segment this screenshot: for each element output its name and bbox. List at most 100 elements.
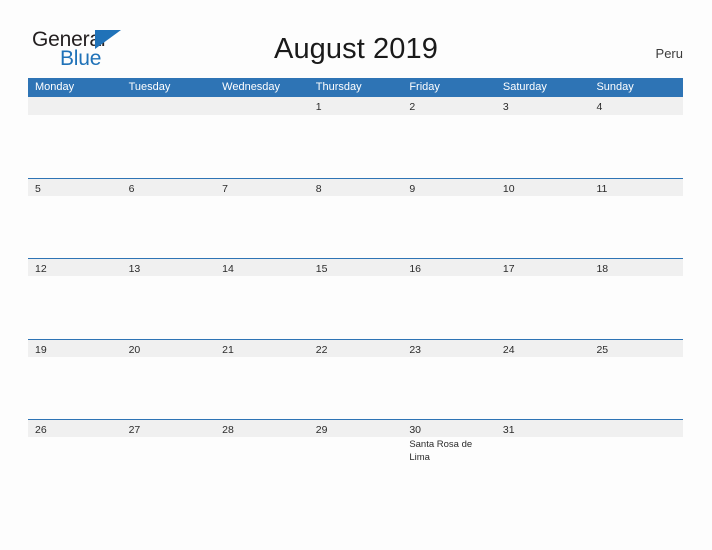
day-cell[interactable]: [215, 97, 309, 115]
day-cell[interactable]: 17: [496, 259, 590, 276]
day-event-cell[interactable]: [496, 276, 590, 338]
day-cell[interactable]: 14: [215, 259, 309, 276]
day-cell[interactable]: 12: [28, 259, 122, 276]
weekday-tuesday: Tuesday: [128, 81, 171, 93]
day-cell[interactable]: 3: [496, 97, 590, 115]
week-event-band: [28, 115, 683, 177]
day-number: 3: [502, 101, 509, 113]
day-cell[interactable]: 24: [496, 340, 590, 357]
day-cell[interactable]: 23: [402, 340, 496, 357]
day-cell[interactable]: 6: [122, 179, 216, 196]
day-event-cell[interactable]: [309, 357, 403, 419]
day-event-cell[interactable]: [589, 437, 683, 499]
day-number: 20: [128, 343, 141, 356]
week-event-band: Santa Rosa de Lima: [28, 437, 683, 499]
day-cell[interactable]: 5: [28, 179, 122, 196]
day-number: 5: [35, 182, 41, 195]
day-event-cell[interactable]: [496, 357, 590, 419]
day-cell[interactable]: 26: [28, 420, 122, 437]
day-event-cell[interactable]: [402, 276, 496, 338]
day-event-cell[interactable]: [309, 437, 403, 499]
day-cell[interactable]: 30: [402, 420, 496, 437]
day-cell[interactable]: [122, 97, 216, 115]
day-number: 2: [409, 101, 416, 113]
day-event-cell[interactable]: [122, 357, 216, 419]
day-cell[interactable]: 28: [215, 420, 309, 437]
day-event-cell[interactable]: [28, 196, 122, 258]
day-cell[interactable]: 1: [309, 97, 403, 115]
day-cell[interactable]: 11: [589, 179, 683, 196]
day-event-cell[interactable]: Santa Rosa de Lima: [402, 437, 496, 499]
calendar-grid: Monday Tuesday Wednesday Thursday Friday…: [28, 78, 683, 500]
day-cell[interactable]: 9: [402, 179, 496, 196]
day-event-cell[interactable]: [589, 196, 683, 258]
day-event-cell[interactable]: [589, 276, 683, 338]
day-event-cell[interactable]: [28, 115, 122, 177]
weekday-friday: Friday: [409, 81, 440, 93]
day-cell[interactable]: 16: [402, 259, 496, 276]
day-event-cell[interactable]: [402, 115, 496, 177]
day-number: 1: [315, 101, 322, 113]
day-event-cell[interactable]: [589, 115, 683, 177]
week-date-band: 12 13 14 15 16 17 18: [28, 258, 683, 276]
day-event-cell[interactable]: [122, 115, 216, 177]
day-event-cell[interactable]: [589, 357, 683, 419]
day-cell[interactable]: 27: [122, 420, 216, 437]
day-event-cell[interactable]: [28, 357, 122, 419]
day-cell[interactable]: 20: [122, 340, 216, 357]
day-cell[interactable]: 19: [28, 340, 122, 357]
day-cell[interactable]: 8: [309, 179, 403, 196]
day-event-cell[interactable]: [215, 357, 309, 419]
day-event-cell[interactable]: [309, 196, 403, 258]
day-event-cell[interactable]: [122, 196, 216, 258]
day-cell[interactable]: 10: [496, 179, 590, 196]
day-cell[interactable]: 7: [215, 179, 309, 196]
day-event-cell[interactable]: [215, 437, 309, 499]
locale-label: Peru: [655, 46, 683, 61]
day-event-cell[interactable]: [215, 196, 309, 258]
week-row: 26 27 28 29 30 31 Santa Rosa de Lima: [28, 419, 683, 500]
day-number: 10: [502, 182, 515, 195]
day-number: 16: [409, 263, 421, 275]
day-event-cell[interactable]: [496, 437, 590, 499]
day-cell[interactable]: [28, 97, 122, 115]
day-cell[interactable]: 4: [589, 97, 683, 115]
day-event-cell[interactable]: [28, 276, 122, 338]
day-cell[interactable]: 21: [215, 340, 309, 357]
day-cell[interactable]: 25: [589, 340, 683, 357]
day-event-cell[interactable]: [122, 276, 216, 338]
day-cell[interactable]: 2: [402, 97, 496, 115]
day-cell[interactable]: 18: [589, 259, 683, 276]
week-event-band: [28, 357, 683, 419]
day-event-cell[interactable]: [122, 437, 216, 499]
day-cell[interactable]: 15: [309, 259, 403, 276]
day-event-cell[interactable]: [496, 196, 590, 258]
day-number: 17: [502, 263, 515, 275]
day-event-cell[interactable]: [496, 115, 590, 177]
day-event-cell[interactable]: [309, 276, 403, 338]
day-number: 24: [502, 343, 515, 356]
day-cell[interactable]: 31: [496, 420, 590, 437]
day-number: 6: [128, 182, 135, 195]
day-event-cell[interactable]: [28, 437, 122, 499]
day-cell[interactable]: [589, 420, 683, 437]
day-cell[interactable]: 13: [122, 259, 216, 276]
weekday-wednesday: Wednesday: [222, 81, 281, 93]
day-cell[interactable]: 29: [309, 420, 403, 437]
day-number: 8: [315, 182, 322, 195]
day-number: 12: [35, 263, 47, 275]
day-number: 14: [222, 263, 234, 275]
week-date-band: 5 6 7 8 9 10 11: [28, 177, 683, 196]
day-number: 18: [596, 263, 609, 275]
week-row: 1 2 3 4: [28, 97, 683, 178]
day-event-cell[interactable]: [215, 115, 309, 177]
weekday-header-row: Monday Tuesday Wednesday Thursday Friday…: [28, 78, 683, 97]
day-event-cell[interactable]: [402, 196, 496, 258]
week-row: 19 20 21 22 23 24 25: [28, 338, 683, 420]
day-event-cell[interactable]: [215, 276, 309, 338]
day-event-cell[interactable]: [309, 115, 403, 177]
day-cell[interactable]: 22: [309, 340, 403, 357]
day-number: 30: [409, 424, 421, 436]
day-event-cell[interactable]: [402, 357, 496, 419]
day-number: 23: [409, 343, 421, 356]
